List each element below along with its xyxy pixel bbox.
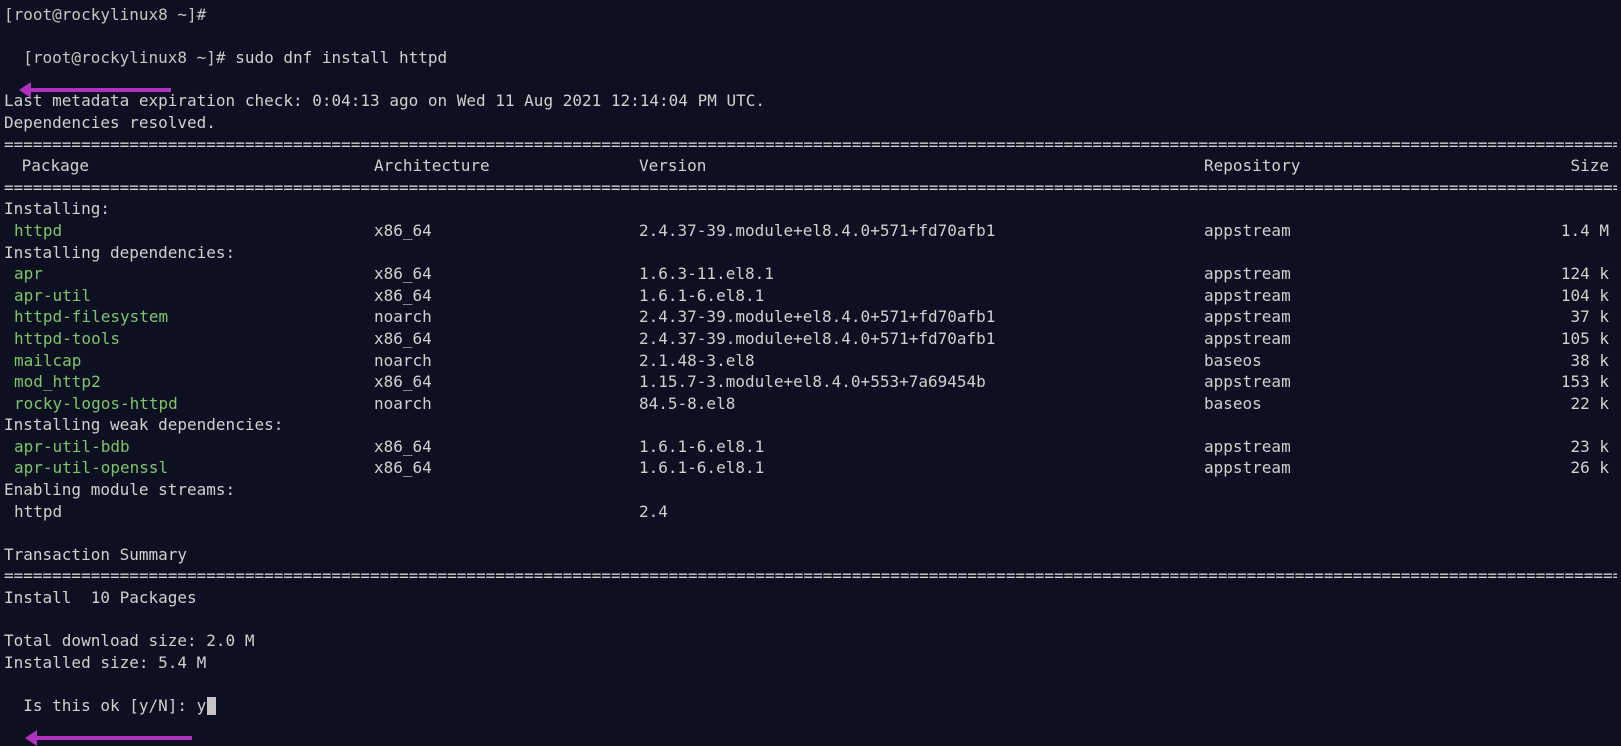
package-repo: appstream (1204, 285, 1459, 307)
package-repo: baseos (1204, 393, 1459, 415)
package-arch: x86_64 (374, 371, 639, 393)
stream-arch (374, 501, 639, 523)
package-name: apr (4, 263, 374, 285)
package-size: 22 k (1459, 393, 1617, 415)
table-row: httpd-filesystemnoarch2.4.37-39.module+e… (4, 306, 1617, 328)
package-repo: appstream (1204, 220, 1459, 242)
package-name: apr-util (4, 285, 374, 307)
package-name: httpd-tools (4, 328, 374, 350)
header-size: Size (1459, 155, 1617, 177)
table-row: apr-util-opensslx86_641.6.1-6.el8.1appst… (4, 457, 1617, 479)
package-version: 2.4.37-39.module+el8.4.0+571+fd70afb1 (639, 328, 1204, 350)
cursor-block (207, 697, 216, 715)
package-arch: noarch (374, 350, 639, 372)
package-size: 23 k (1459, 436, 1617, 458)
confirm-prompt: Is this ok [y/N]: (23, 696, 196, 715)
table-row: rocky-logos-httpdnoarch84.5-8.el8baseos2… (4, 393, 1617, 415)
package-arch: x86_64 (374, 220, 639, 242)
package-name: apr-util-bdb (4, 436, 374, 458)
total-download-size: Total download size: 2.0 M (4, 630, 1617, 652)
package-arch: noarch (374, 393, 639, 415)
installed-size: Installed size: 5.4 M (4, 652, 1617, 674)
separator: ========================================… (4, 565, 1617, 587)
table-row: httpd-toolsx86_642.4.37-39.module+el8.4.… (4, 328, 1617, 350)
package-repo: appstream (1204, 306, 1459, 328)
prompt-line-1: [root@rockylinux8 ~]# (4, 5, 206, 24)
package-version: 2.1.48-3.el8 (639, 350, 1204, 372)
header-version: Version (639, 155, 1204, 177)
table-row: aprx86_641.6.3-11.el8.1appstream124 k (4, 263, 1617, 285)
header-arch: Architecture (374, 155, 639, 177)
command-line[interactable]: [root@rockylinux8 ~]# sudo dnf install h… (4, 26, 1617, 91)
table-row: mod_http2x86_641.15.7-3.module+el8.4.0+5… (4, 371, 1617, 393)
package-size: 153 k (1459, 371, 1617, 393)
package-size: 104 k (1459, 285, 1617, 307)
package-size: 37 k (1459, 306, 1617, 328)
separator: ========================================… (4, 177, 1617, 199)
package-arch: x86_64 (374, 328, 639, 350)
command-text: sudo dnf install httpd (235, 48, 447, 67)
metadata-line: Last metadata expiration check: 0:04:13 … (4, 90, 1617, 112)
stream-row: httpd 2.4 (4, 501, 1617, 523)
package-version: 84.5-8.el8 (639, 393, 1204, 415)
package-size: 38 k (1459, 350, 1617, 372)
package-size: 26 k (1459, 457, 1617, 479)
group-deps: Installing dependencies: (4, 242, 1617, 264)
package-name: rocky-logos-httpd (4, 393, 374, 415)
header-package: Package (4, 155, 374, 177)
confirm-answer: y (197, 696, 207, 715)
package-arch: noarch (374, 306, 639, 328)
install-count: Install 10 Packages (4, 587, 1617, 609)
table-header: Package Architecture Version Repository … (4, 155, 1617, 177)
package-repo: appstream (1204, 436, 1459, 458)
package-version: 1.15.7-3.module+el8.4.0+553+7a69454b (639, 371, 1204, 393)
package-version: 2.4.37-39.module+el8.4.0+571+fd70afb1 (639, 306, 1204, 328)
package-version: 1.6.1-6.el8.1 (639, 436, 1204, 458)
package-name: apr-util-openssl (4, 457, 374, 479)
package-version: 1.6.1-6.el8.1 (639, 285, 1204, 307)
table-row: httpdx86_642.4.37-39.module+el8.4.0+571+… (4, 220, 1617, 242)
separator: ========================================… (4, 134, 1617, 156)
deps-resolved: Dependencies resolved. (4, 112, 1617, 134)
package-repo: appstream (1204, 263, 1459, 285)
package-repo: appstream (1204, 457, 1459, 479)
group-streams: Enabling module streams: (4, 479, 1617, 501)
group-installing: Installing: (4, 198, 1617, 220)
header-repo: Repository (1204, 155, 1459, 177)
package-repo: baseos (1204, 350, 1459, 372)
prompt-line-2: [root@rockylinux8 ~]# (23, 48, 235, 67)
package-arch: x86_64 (374, 263, 639, 285)
blank-line (4, 522, 1617, 544)
package-version: 2.4.37-39.module+el8.4.0+571+fd70afb1 (639, 220, 1204, 242)
package-version: 1.6.1-6.el8.1 (639, 457, 1204, 479)
table-row: apr-utilx86_641.6.1-6.el8.1appstream104 … (4, 285, 1617, 307)
blank-line (4, 609, 1617, 631)
package-arch: x86_64 (374, 457, 639, 479)
package-name: httpd-filesystem (4, 306, 374, 328)
stream-version: 2.4 (639, 501, 1204, 523)
table-row: mailcapnoarch2.1.48-3.el8baseos38 k (4, 350, 1617, 372)
package-size: 105 k (1459, 328, 1617, 350)
table-row: apr-util-bdbx86_641.6.1-6.el8.1appstream… (4, 436, 1617, 458)
package-repo: appstream (1204, 328, 1459, 350)
transaction-summary: Transaction Summary (4, 544, 1617, 566)
stream-name: httpd (4, 501, 374, 523)
package-name: mod_http2 (4, 371, 374, 393)
package-arch: x86_64 (374, 436, 639, 458)
package-repo: appstream (1204, 371, 1459, 393)
package-size: 124 k (1459, 263, 1617, 285)
confirm-line[interactable]: Is this ok [y/N]: y (4, 673, 1617, 738)
package-name: httpd (4, 220, 374, 242)
group-weak: Installing weak dependencies: (4, 414, 1617, 436)
package-arch: x86_64 (374, 285, 639, 307)
package-name: mailcap (4, 350, 374, 372)
package-size: 1.4 M (1459, 220, 1617, 242)
package-version: 1.6.3-11.el8.1 (639, 263, 1204, 285)
